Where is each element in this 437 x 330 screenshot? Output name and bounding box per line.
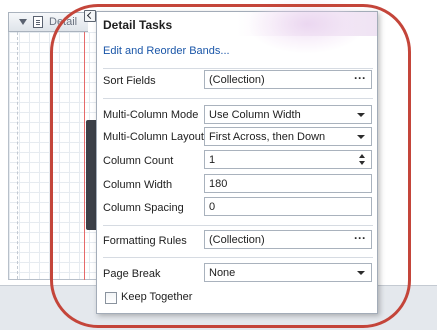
band-resize-grip[interactable] <box>86 120 96 230</box>
multi-column-mode-value: Use Column Width <box>209 109 301 121</box>
column-spacing-label: Column Spacing <box>103 202 184 214</box>
multi-column-layout-select[interactable]: First Across, then Down <box>204 127 372 146</box>
edit-reorder-bands-link[interactable]: Edit and Reorder Bands... <box>103 45 230 57</box>
column-count-value: 1 <box>209 154 216 166</box>
panel-title-bar: Detail Tasks <box>97 0 377 54</box>
column-spacing-value: 0 <box>209 201 216 213</box>
detail-band-body[interactable] <box>8 32 96 280</box>
column-spacing-input[interactable]: 0 <box>204 197 372 216</box>
band-label: Detail <box>49 16 78 28</box>
column-width-value: 180 <box>209 178 228 190</box>
sort-fields-value: (Collection) <box>209 74 265 86</box>
column-count-spinner[interactable]: 1 <box>204 150 372 169</box>
separator <box>103 257 373 258</box>
formatting-rules-label: Formatting Rules <box>103 235 187 247</box>
chevron-down-icon[interactable] <box>357 271 365 275</box>
right-margin-line[interactable] <box>84 32 85 280</box>
spin-up-icon[interactable] <box>359 154 365 158</box>
multi-column-layout-label: Multi-Column Layout <box>103 131 204 143</box>
sort-fields-editor[interactable]: (Collection) ··· <box>204 70 372 89</box>
flower-decoration <box>247 0 367 54</box>
ellipsis-button-icon[interactable]: ··· <box>354 71 366 85</box>
multi-column-layout-value: First Across, then Down <box>209 131 326 143</box>
chevron-down-icon[interactable] <box>357 135 365 139</box>
page-break-label: Page Break <box>103 268 161 280</box>
ellipsis-button-icon[interactable]: ··· <box>354 231 366 245</box>
column-width-input[interactable]: 180 <box>204 174 372 193</box>
formatting-rules-editor[interactable]: (Collection) ··· <box>204 230 372 249</box>
panel-title: Detail Tasks <box>103 18 173 32</box>
smart-tag-arrow-icon[interactable] <box>84 10 96 22</box>
page-break-select[interactable]: None <box>204 263 372 282</box>
separator <box>103 98 373 99</box>
sort-fields-label: Sort Fields <box>103 75 156 87</box>
detail-tasks-panel: Detail Tasks Edit and Reorder Bands... S… <box>96 0 378 314</box>
formatting-rules-value: (Collection) <box>209 234 265 246</box>
collapse-triangle-icon[interactable] <box>19 19 27 25</box>
page-break-value: None <box>209 267 236 279</box>
margin-line <box>17 32 18 279</box>
multi-column-mode-select[interactable]: Use Column Width <box>204 105 372 124</box>
separator <box>103 225 373 226</box>
spin-down-icon[interactable] <box>359 161 365 165</box>
keep-together-checkbox[interactable] <box>105 292 117 304</box>
document-icon <box>33 16 43 28</box>
chevron-down-icon[interactable] <box>357 113 365 117</box>
separator <box>103 68 373 69</box>
column-count-label: Column Count <box>103 155 174 167</box>
multi-column-mode-label: Multi-Column Mode <box>103 109 199 121</box>
column-width-label: Column Width <box>103 179 173 191</box>
detail-band-header[interactable]: Detail <box>8 12 88 32</box>
keep-together-label[interactable]: Keep Together <box>121 291 192 303</box>
